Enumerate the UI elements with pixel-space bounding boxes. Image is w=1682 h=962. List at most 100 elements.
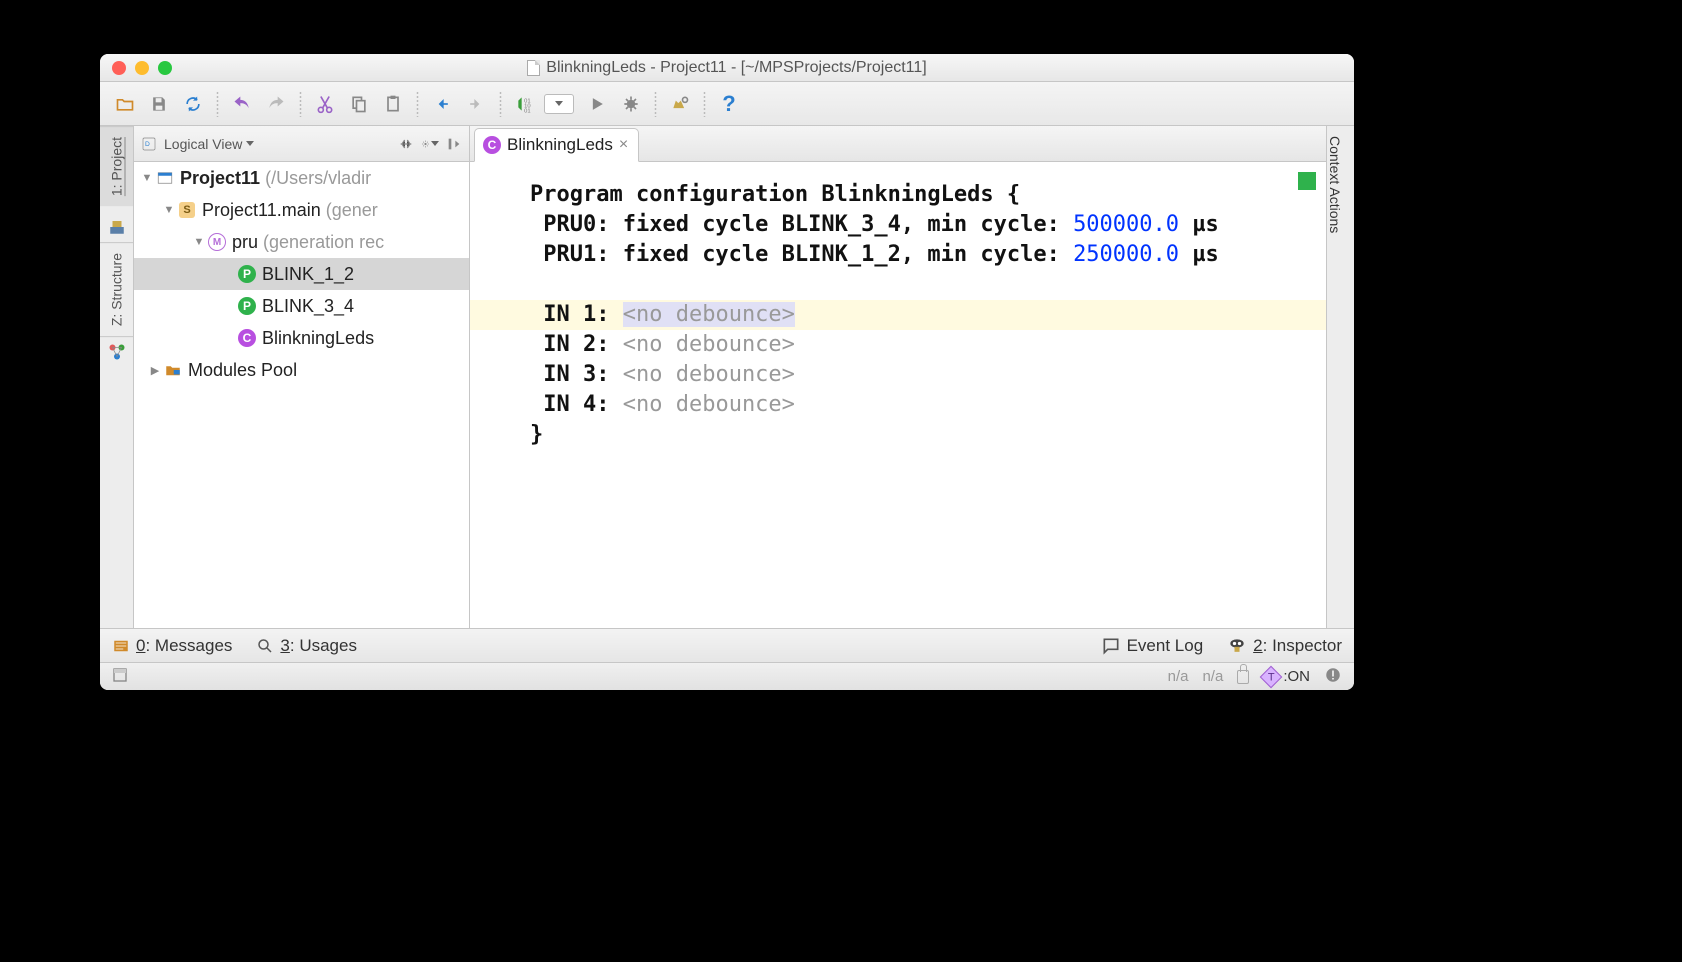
status-panel-toggle[interactable] xyxy=(112,667,128,687)
status-t-on[interactable]: T :ON xyxy=(1263,668,1310,685)
window-close-button[interactable] xyxy=(112,61,126,75)
status-na2: n/a xyxy=(1202,668,1223,685)
editor-area: C BlinkningLeds × Program configuration … xyxy=(470,126,1326,628)
open-button[interactable] xyxy=(108,89,142,119)
usages-tool[interactable]: 3: Usages xyxy=(256,636,357,656)
cut-button[interactable] xyxy=(308,89,342,119)
code-in3-val: <no debounce> xyxy=(623,362,795,387)
app-window: BlinkningLeds - Project11 - [~/MPSProjec… xyxy=(100,54,1354,690)
settings-button[interactable] xyxy=(663,89,697,119)
redo-button[interactable] xyxy=(259,89,293,119)
messages-tool[interactable]: 0: Messages xyxy=(112,636,232,656)
svg-text:01: 01 xyxy=(524,108,530,114)
collapse-icon[interactable] xyxy=(397,135,415,153)
status-bar: n/a n/a T :ON xyxy=(100,662,1354,690)
code-close: } xyxy=(530,422,543,447)
lock-icon[interactable] xyxy=(1237,670,1249,684)
project-panel-header: D Logical View xyxy=(134,126,469,162)
leftrail-project-tab[interactable]: 1: Project xyxy=(100,126,133,206)
tree-blinkled[interactable]: C BlinkningLeds xyxy=(134,322,469,354)
code-pru0-val: 500000.0 xyxy=(1073,212,1179,237)
save-button[interactable] xyxy=(142,89,176,119)
run-button[interactable] xyxy=(580,89,614,119)
leftrail-icon1[interactable] xyxy=(100,212,133,242)
leftrail-structure-tab[interactable]: Z: Structure xyxy=(100,242,133,337)
main-toolbar: 011001 ? xyxy=(100,82,1354,126)
tab-bar: C BlinkningLeds × xyxy=(470,126,1326,162)
tree-main-name: Project11.main xyxy=(202,200,321,221)
window-minimize-button[interactable] xyxy=(135,61,149,75)
tree-main[interactable]: S Project11.main (gener xyxy=(134,194,469,226)
tree-root[interactable]: Project11 (/Users/vladir xyxy=(134,162,469,194)
leftrail-structure-label: Z: Structure xyxy=(109,253,125,326)
tree-main-note: (gener xyxy=(326,200,378,221)
paste-button[interactable] xyxy=(376,89,410,119)
tree-blink12-label: BLINK_1_2 xyxy=(262,264,354,285)
inspector-tool[interactable]: 2: Inspector xyxy=(1227,636,1342,656)
leftrail-project-label: 1: Project xyxy=(109,137,125,196)
code-in1-label: IN 1: xyxy=(543,302,622,327)
bottom-tool-bar: 0: Messages 3: Usages Event Log 2: Inspe… xyxy=(100,628,1354,662)
code-pru1-label: PRU1: fixed cycle BLINK_1_2, min cycle: xyxy=(543,242,1073,267)
code-in3-label: IN 3: xyxy=(543,362,622,387)
view-selector[interactable]: Logical View xyxy=(164,136,254,152)
copy-button[interactable] xyxy=(342,89,376,119)
back-button[interactable] xyxy=(425,89,459,119)
window-title: BlinkningLeds - Project11 - [~/MPSProjec… xyxy=(100,59,1354,77)
tree-blink34-label: BLINK_3_4 xyxy=(262,296,354,317)
tree-blinkled-label: BlinkningLeds xyxy=(262,328,374,349)
code-editor[interactable]: Program configuration BlinkningLeds { PR… xyxy=(470,162,1326,628)
tab-close-icon[interactable]: × xyxy=(619,136,628,154)
hide-panel-icon[interactable] xyxy=(445,135,463,153)
svg-text:D: D xyxy=(145,141,150,148)
code-in4-label: IN 4: xyxy=(543,392,622,417)
status-ton-label: :ON xyxy=(1283,668,1310,685)
tree-blink12[interactable]: P BLINK_1_2 xyxy=(134,258,469,290)
inspection-status-icon[interactable] xyxy=(1298,172,1316,190)
tree-modules-pool[interactable]: Modules Pool xyxy=(134,354,469,386)
project-tree[interactable]: Project11 (/Users/vladir S Project11.mai… xyxy=(134,162,469,628)
tree-pru-name: pru xyxy=(232,232,258,253)
help-button[interactable]: ? xyxy=(712,89,746,119)
undo-button[interactable] xyxy=(225,89,259,119)
tab-kind-icon: C xyxy=(483,136,501,154)
code-in1-val: <no debounce> xyxy=(623,302,795,327)
debug-button[interactable] xyxy=(614,89,648,119)
forward-button[interactable] xyxy=(459,89,493,119)
document-icon xyxy=(527,60,540,76)
diamond-icon: T xyxy=(1260,665,1283,688)
status-na1: n/a xyxy=(1168,668,1189,685)
editor-tab-label: BlinkningLeds xyxy=(507,135,613,155)
event-indicator-icon[interactable] xyxy=(1324,666,1342,688)
leftrail-icon2[interactable] xyxy=(100,337,133,367)
window-zoom-button[interactable] xyxy=(158,61,172,75)
tree-pru[interactable]: pru (generation rec xyxy=(134,226,469,258)
code-in4-val: <no debounce> xyxy=(623,392,795,417)
rightrail-context-label: Context Actions xyxy=(1327,136,1343,233)
code-pru0-label: PRU0: fixed cycle BLINK_3_4, min cycle: xyxy=(543,212,1073,237)
rightrail-context-tab[interactable]: Context Actions xyxy=(1327,126,1343,243)
titlebar: BlinkningLeds - Project11 - [~/MPSProjec… xyxy=(100,54,1354,82)
code-header: Program configuration BlinkningLeds { xyxy=(530,182,1020,207)
code-in2-label: IN 2: xyxy=(543,332,622,357)
code-pru1-val: 250000.0 xyxy=(1073,242,1179,267)
tree-blink34[interactable]: P BLINK_3_4 xyxy=(134,290,469,322)
editor-tab[interactable]: C BlinkningLeds × xyxy=(474,128,639,162)
gear-icon[interactable] xyxy=(421,135,439,153)
code-in2-val: <no debounce> xyxy=(623,332,795,357)
tree-root-name: Project11 xyxy=(180,168,260,189)
sync-button[interactable] xyxy=(176,89,210,119)
left-tool-rail: 1: Project Z: Structure xyxy=(100,126,134,628)
project-view-icon: D xyxy=(140,135,158,153)
build-button[interactable]: 011001 xyxy=(508,89,542,119)
right-tool-rail: Context Actions xyxy=(1326,126,1354,628)
tree-modules-pool-label: Modules Pool xyxy=(188,360,297,381)
project-panel: D Logical View xyxy=(134,126,470,628)
tree-pru-note: (generation rec xyxy=(263,232,384,253)
eventlog-tool[interactable]: Event Log xyxy=(1101,636,1204,656)
eventlog-label: Event Log xyxy=(1127,636,1204,656)
tree-root-path: (/Users/vladir xyxy=(265,168,371,189)
run-config-select[interactable] xyxy=(544,94,574,114)
body: 1: Project Z: Structure D Logical View xyxy=(100,126,1354,628)
view-selector-label: Logical View xyxy=(164,136,242,152)
